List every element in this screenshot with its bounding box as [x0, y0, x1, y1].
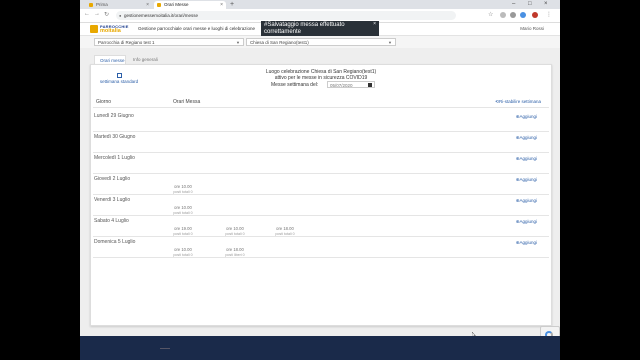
menu-kebab-icon[interactable]: ⋮ — [546, 11, 552, 18]
day-name: Martedì 30 Giugno — [94, 134, 136, 140]
star-icon[interactable]: ☆ — [488, 11, 493, 18]
extension-icon[interactable] — [520, 12, 526, 18]
chevron-down-icon: ▼ — [236, 40, 240, 45]
add-mass-label: Aggiungi — [519, 177, 537, 182]
day-name: Venerdì 3 Luglio — [94, 197, 131, 203]
add-mass-label: Aggiungi — [519, 198, 537, 203]
add-mass-label: Aggiungi — [519, 135, 537, 140]
site-tagline: Gestione parrocchiale orari messe e luog… — [138, 26, 256, 31]
extension-icon[interactable] — [500, 12, 506, 18]
header-divider — [93, 107, 549, 108]
day-name: Giovedì 2 Luglio — [94, 176, 131, 182]
footer-divider — [160, 348, 170, 349]
week-date-value: 05/07/2020 — [330, 83, 353, 88]
add-mass-button[interactable]: ⊕Aggiungi — [516, 156, 537, 162]
tab-orari-messe[interactable]: Orari messe — [94, 55, 126, 64]
minimize-icon[interactable]: – — [512, 0, 515, 9]
forward-icon[interactable]: → — [94, 11, 100, 17]
reload-icon[interactable]: ↻ — [104, 11, 109, 18]
church-select-value: Chiesa di San Regiano(test1) — [250, 40, 309, 45]
maximize-icon[interactable]: □ — [528, 0, 532, 9]
page-body: Orari messe Info generali settimana stan… — [80, 48, 560, 338]
new-tab-icon[interactable]: + — [230, 0, 234, 9]
close-tab-icon[interactable]: × — [220, 1, 223, 9]
standard-week-button[interactable]: settimana standard — [99, 73, 139, 84]
day-row: Venerdì 3 Luglio ore 10.00 posti totali 0 ⊕… — [91, 195, 551, 216]
day-name: Sabato 4 Luglio — [94, 218, 129, 224]
lock-icon: ● — [119, 13, 122, 18]
standard-week-label: settimana standard — [99, 79, 139, 84]
add-mass-button[interactable]: ⊕Aggiungi — [516, 240, 537, 246]
browser-tab-label: Prima — [96, 2, 108, 7]
browser-tab-prima[interactable]: Prima × — [86, 1, 152, 9]
toast-close-icon[interactable]: × — [373, 21, 376, 28]
day-row: Lunedì 29 Giugno ⊕Aggiungi — [91, 111, 551, 132]
parish-select[interactable]: Parrocchia di Regiano test 1 ▼ — [94, 38, 244, 46]
schedule-card: settimana standard Luogo celebrazione Ch… — [90, 64, 552, 326]
church-select[interactable]: Chiesa di San Regiano(test1) ▼ — [246, 38, 396, 46]
day-row: Giovedì 2 Luglio ore 10.00 posti totali 0 ⊕… — [91, 174, 551, 195]
column-header-times: Orari Messa — [173, 99, 201, 105]
url-text: gestionemessemoitalia.it/orari/messe — [124, 13, 199, 18]
tab-strip: Prima × Orari Messe × + – □ × — [80, 0, 560, 9]
browser-tab-label: Orari Messe — [164, 2, 189, 7]
browser-window: Prima × Orari Messe × + – □ × ← → ↻ ● ge… — [80, 0, 560, 360]
day-row: Martedì 30 Giugno ⊕Aggiungi — [91, 132, 551, 153]
calendar-icon — [116, 73, 122, 78]
site-logo[interactable]: PARROCCHIE moitalia — [90, 24, 132, 34]
tab-info-generali[interactable]: Info generali — [128, 55, 168, 64]
day-row: Sabato 4 Luglio ore 19.00 posti totali 0 or… — [91, 216, 551, 237]
letterbox-left — [0, 0, 80, 360]
logo-mark-icon — [90, 25, 98, 33]
letterbox-right — [560, 0, 640, 360]
toast-message: #Salvataggio messa effettuato correttame… — [264, 22, 345, 35]
reset-week-label: Ri-stabilire settimana — [498, 99, 541, 104]
add-mass-label: Aggiungi — [519, 114, 537, 119]
address-bar[interactable]: ● gestionemessemoitalia.it/orari/messe — [116, 11, 456, 20]
browser-tab-orari-messe[interactable]: Orari Messe × — [154, 1, 226, 9]
day-row: Domenica 5 Luglio ore 10.00 posti totali 0… — [91, 237, 551, 258]
logo-line2: moitalia — [100, 28, 121, 34]
week-label: Messe settimana del: — [271, 82, 319, 88]
save-toast: #Salvataggio messa effettuato correttame… — [261, 21, 379, 36]
location-title: Luogo celebrazione Chiesa di San Regiano… — [221, 69, 421, 81]
user-menu[interactable]: Mario Rossi — [520, 26, 544, 31]
filter-bar: Parrocchia di Regiano test 1 ▼ Chiesa di… — [80, 36, 560, 48]
reset-week-link[interactable]: ⟲Ri-stabilire settimana — [495, 99, 541, 105]
week-date-input[interactable]: 05/07/2020 — [327, 81, 375, 88]
add-mass-label: Aggiungi — [519, 156, 537, 161]
location-title-line2: attivo per le messe in sicurezza COVID19 — [274, 75, 368, 81]
add-mass-label: Aggiungi — [519, 240, 537, 245]
chevron-down-icon: ▼ — [388, 40, 392, 45]
back-icon[interactable]: ← — [84, 11, 90, 17]
extension-icon[interactable] — [510, 12, 516, 18]
day-row: Mercoledì 1 Luglio ⊕Aggiungi — [91, 153, 551, 174]
day-name: Lunedì 29 Giugno — [94, 113, 134, 119]
add-mass-label: Aggiungi — [519, 219, 537, 224]
add-mass-button[interactable]: ⊕Aggiungi — [516, 219, 537, 225]
date-picker-icon[interactable] — [368, 83, 372, 87]
add-mass-button[interactable]: ⊕Aggiungi — [516, 198, 537, 204]
column-header-day: Giorno — [96, 99, 112, 105]
add-mass-button[interactable]: ⊕Aggiungi — [516, 114, 537, 120]
page-footer — [80, 336, 560, 360]
window-close-icon[interactable]: × — [544, 0, 548, 9]
profile-avatar-icon[interactable] — [532, 12, 538, 18]
favicon-icon — [157, 3, 161, 7]
add-mass-button[interactable]: ⊕Aggiungi — [516, 135, 537, 141]
parish-select-value: Parrocchia di Regiano test 1 — [98, 40, 155, 45]
favicon-icon — [89, 3, 93, 7]
close-tab-icon[interactable]: × — [146, 1, 149, 9]
day-name: Mercoledì 1 Luglio — [94, 155, 135, 161]
day-name: Domenica 5 Luglio — [94, 239, 136, 245]
row-divider — [93, 257, 549, 258]
add-mass-button[interactable]: ⊕Aggiungi — [516, 177, 537, 183]
